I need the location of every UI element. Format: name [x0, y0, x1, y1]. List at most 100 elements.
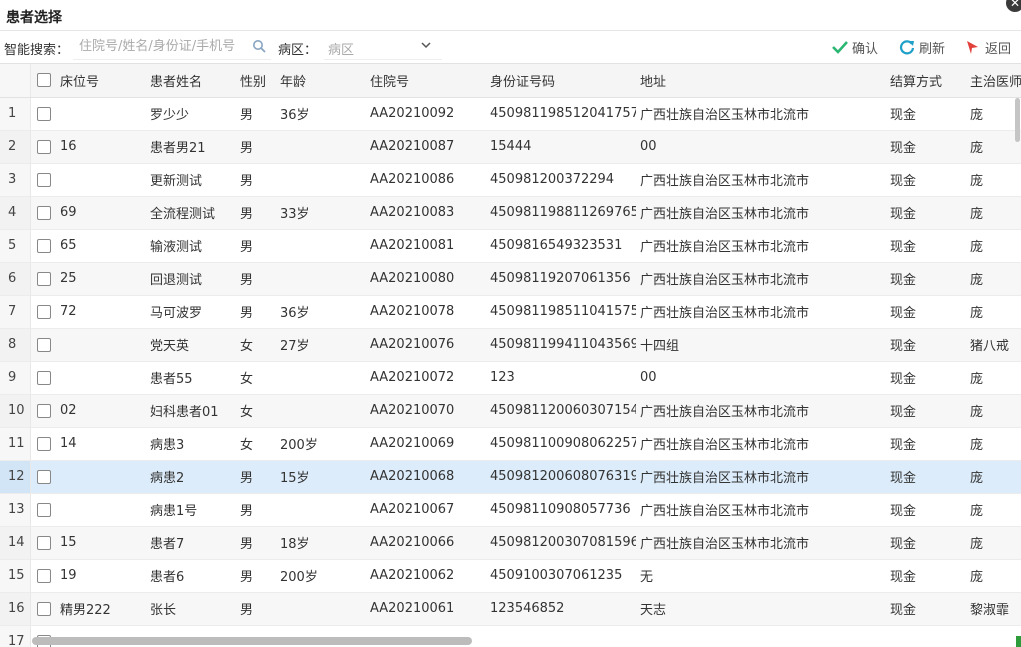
column-header[interactable]: 地址 — [636, 64, 886, 98]
cell-bed — [56, 163, 146, 197]
cell-age — [276, 130, 366, 164]
cell-admit: AA20210078 — [366, 295, 486, 329]
row-checkbox[interactable] — [30, 328, 56, 362]
row-number: 7 — [0, 295, 31, 329]
confirm-button[interactable]: 确认 — [832, 38, 878, 57]
cell-sex: 男 — [236, 460, 276, 494]
cell-id: 450981200372294 — [486, 163, 636, 197]
row-checkbox[interactable] — [30, 427, 56, 461]
table-row[interactable]: 9 患者55 女 AA20210072 123 00 现金庞 — [0, 361, 1021, 395]
cell-admit: AA20210076 — [366, 328, 486, 362]
column-header[interactable]: 住院号 — [366, 64, 486, 98]
column-header[interactable]: 主治医师 — [966, 64, 1021, 98]
row-checkbox[interactable] — [30, 394, 56, 428]
close-icon[interactable]: ✕ — [1006, 0, 1021, 12]
cell-pay: 现金 — [886, 361, 966, 395]
row-checkbox[interactable] — [30, 592, 56, 626]
cell-pay: 现金 — [886, 163, 966, 197]
table-row[interactable]: 16 精男222 张长男 AA20210061 123546852 天志 现金 黎淑霏 — [0, 592, 1021, 626]
table-row[interactable]: 4 69 全流程测试男 33岁 AA20210083 450981198811269765… — [0, 196, 1021, 230]
vertical-scroll-thumb[interactable] — [1015, 98, 1020, 142]
vertical-scrollbar[interactable] — [1014, 96, 1021, 616]
row-checkbox[interactable] — [30, 196, 56, 230]
cell-age: 15岁 — [276, 460, 366, 494]
cell-age: 200岁 — [276, 427, 366, 461]
cell-pay: 现金 — [886, 460, 966, 494]
table-row[interactable]: 14 15 患者7 男 18岁 AA20210066 450981200307081596 广… — [0, 526, 1021, 560]
ward-select[interactable]: 病区 — [324, 34, 442, 60]
dialog-titlebar: 患者选择 ✕ — [0, 0, 1021, 31]
row-checkbox[interactable] — [30, 97, 56, 131]
cell-addr: 广西壮族自治区玉林市北流市 — [636, 262, 886, 296]
row-checkbox[interactable] — [30, 262, 56, 296]
select-all-checkbox[interactable] — [30, 64, 56, 98]
horizontal-scrollbar[interactable] — [0, 634, 1021, 647]
column-header[interactable]: 床位号 — [56, 64, 146, 98]
row-checkbox[interactable] — [30, 526, 56, 560]
row-checkbox[interactable] — [30, 493, 56, 527]
cell-sex: 男 — [236, 592, 276, 626]
cell-name: 妇科患者01 — [146, 394, 236, 428]
table-row[interactable]: 2 16 患者男21 男 AA20210087 15444 00 现金庞 — [0, 130, 1021, 164]
cell-admit: AA20210066 — [366, 526, 486, 560]
table-row[interactable]: 6 25 回退测试男 AA20210080 450981192070613​56 广西壮族… — [0, 262, 1021, 296]
cell-pay: 现金 — [886, 559, 966, 593]
status-marker — [1016, 636, 1021, 647]
cell-age — [276, 592, 366, 626]
cell-bed — [56, 328, 146, 362]
row-checkbox[interactable] — [30, 130, 56, 164]
cell-sex: 男 — [236, 130, 276, 164]
row-checkbox[interactable] — [30, 163, 56, 197]
horizontal-scroll-thumb[interactable] — [32, 637, 472, 645]
table-row[interactable]: 8 党天英女 27岁 AA20210076 450981199411043569 十四组现… — [0, 328, 1021, 362]
column-header[interactable]: 身份证号码 — [486, 64, 636, 98]
refresh-button[interactable]: 刷新 — [899, 38, 945, 57]
cell-addr: 广西壮族自治区玉林市北流市 — [636, 460, 886, 494]
row-number: 10 — [0, 394, 31, 428]
cell-addr: 00 — [636, 130, 886, 164]
table-row[interactable]: 10 02 妇科患者01 女 AA20210070 450981120060307154 广… — [0, 394, 1021, 428]
search-icon[interactable] — [252, 39, 266, 53]
column-header[interactable]: 年龄 — [276, 64, 366, 98]
row-checkbox[interactable] — [30, 295, 56, 329]
table-row[interactable]: 7 72 马可波罗男 36岁 AA20210078 450981198511041575 广… — [0, 295, 1021, 329]
chevron-down-icon — [421, 42, 431, 49]
table-row[interactable]: 12 病患2 男 15岁 AA20210068 450981200608076319 广西壮… — [0, 460, 1021, 494]
cell-admit: AA20210068 — [366, 460, 486, 494]
row-checkbox[interactable] — [30, 229, 56, 263]
cell-pay: 现金 — [886, 295, 966, 329]
table-row[interactable]: 11 14 病患3 女 200岁 AA20210069 450981100908062257… — [0, 427, 1021, 461]
cell-addr: 广西壮族自治区玉林市北流市 — [636, 427, 886, 461]
row-checkbox[interactable] — [30, 460, 56, 494]
cell-admit: AA20210083 — [366, 196, 486, 230]
table-row[interactable]: 1 罗少少男 36岁 AA20210092 450981198512041757 广西壮族… — [0, 97, 1021, 131]
cell-pay: 现金 — [886, 526, 966, 560]
table-row[interactable]: 3 更新测试男 AA20210086 450981200372294 广西壮族自治区玉林… — [0, 163, 1021, 197]
cell-sex: 男 — [236, 97, 276, 131]
cell-bed: 15 — [56, 526, 146, 560]
search-input[interactable] — [73, 34, 271, 60]
row-number: 1 — [0, 97, 31, 131]
column-header[interactable]: 患者姓名 — [146, 64, 236, 98]
cell-pay: 现金 — [886, 130, 966, 164]
row-checkbox[interactable] — [30, 559, 56, 593]
row-number-header — [0, 64, 31, 98]
patient-table: 床位号 患者姓名 性别 年龄 住院号 身份证号码 地址 结算方式 主治医师 1 罗… — [0, 63, 1021, 647]
cell-pay: 现金 — [886, 427, 966, 461]
column-header[interactable]: 性别 — [236, 64, 276, 98]
cell-admit: AA20210086 — [366, 163, 486, 197]
cell-admit: AA20210061 — [366, 592, 486, 626]
column-header[interactable]: 结算方式 — [886, 64, 966, 98]
table-row[interactable]: 13 病患1号男 AA20210067 4509811090805773​6 广西壮族自… — [0, 493, 1021, 527]
cell-id: 450981100908062257 — [486, 427, 636, 461]
table-row[interactable]: 5 65 输液测试男 AA20210081 4509816549323531 广西壮族自治… — [0, 229, 1021, 263]
cell-bed: 65 — [56, 229, 146, 263]
cell-age — [276, 394, 366, 428]
ward-label: 病区： — [278, 43, 318, 58]
row-checkbox[interactable] — [30, 361, 56, 395]
cell-age — [276, 262, 366, 296]
table-row[interactable]: 15 19 患者6 男 200岁 AA20210062 4509100307061235 无现… — [0, 559, 1021, 593]
cell-id: 15444 — [486, 130, 636, 164]
cell-pay: 现金 — [886, 328, 966, 362]
back-button[interactable]: 返回 — [965, 38, 1011, 57]
